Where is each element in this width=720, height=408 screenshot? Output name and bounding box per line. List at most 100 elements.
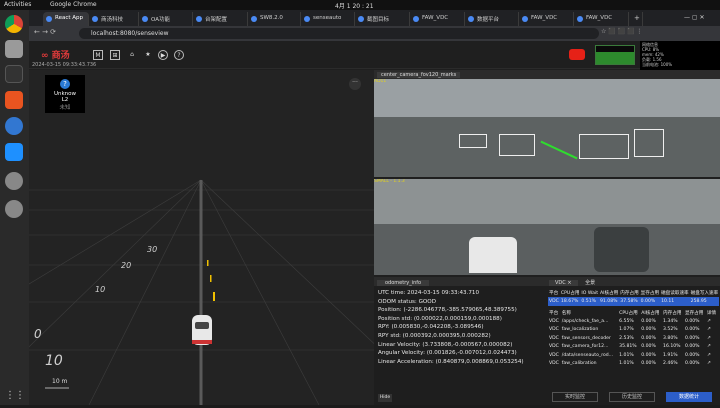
tab-item[interactable]: FAW_VDC <box>574 12 629 26</box>
summary-row[interactable]: VDC 18.67% 0.51% 91.08% 37.58% 0.00% 10.… <box>548 297 720 306</box>
new-tab-button[interactable]: + <box>631 12 643 26</box>
col-header: 平台 <box>549 291 559 297</box>
table-row[interactable]: VDC/data/senseauto_rod... 1.01% 0.00% 1.91%… <box>548 351 718 359</box>
table-row[interactable]: VDC/apps/check_fae_a... 6.55% 0.00% 1.34% 0.… <box>548 317 718 325</box>
chart-icon[interactable]: ↗ <box>706 359 718 367</box>
chart-icon[interactable]: ↗ <box>706 317 718 325</box>
files-icon[interactable] <box>5 40 23 58</box>
summary-header-row: 平台 CPU占用 IO Wait AI核占用 内存占用 显存占用 磁盘读取速率 … <box>548 289 719 297</box>
odom-line: RPY std: (0.000392,0.000395,0.000282) <box>378 332 491 339</box>
disk-icon[interactable] <box>5 172 23 190</box>
window-controls[interactable]: — ▢ ✕ <box>681 12 717 26</box>
vdc-bottom-tabs: 实时监控 历史监控 数据统计 <box>546 392 720 402</box>
cell: 37.58% <box>620 299 638 305</box>
clock[interactable]: 4月 1 20 : 21 <box>335 1 374 10</box>
extension-icons[interactable]: ☆ ⬛ ⬛ ⬛ ⋮ <box>601 28 642 35</box>
help-app-icon[interactable] <box>5 117 23 135</box>
3d-view[interactable]: 30 20 10 0 10 ? Unknow L2 未知 ··· 10 m <box>29 70 374 405</box>
activities-button[interactable]: Activities <box>4 1 31 8</box>
scale-label: 10 m <box>52 378 68 385</box>
vdc-tab[interactable]: VDC × <box>549 280 578 286</box>
tab-item[interactable]: 数据平台 <box>465 12 519 26</box>
help-button[interactable]: ? <box>174 50 184 60</box>
map-icon: M <box>95 52 101 59</box>
terminal-icon[interactable] <box>5 65 23 83</box>
tab-item[interactable]: 台架配置 <box>193 12 248 26</box>
chart-icon[interactable]: ↗ <box>706 326 718 334</box>
tab-statistics[interactable]: 数据统计 <box>666 392 712 402</box>
teams-icon[interactable] <box>5 143 23 161</box>
tab-realtime[interactable]: 实时监控 <box>552 392 598 402</box>
vdc-header: VDC × 全景 <box>546 277 720 286</box>
tab-item[interactable]: 商汤科技 <box>89 12 139 26</box>
tab-item[interactable]: FAW_VDC <box>519 12 574 26</box>
side-vehicle <box>594 227 649 272</box>
star-button[interactable]: ★ <box>143 50 153 60</box>
nav-buttons[interactable]: ← → ⟳ <box>34 28 56 36</box>
cell: VDC <box>549 319 559 325</box>
show-apps-icon[interactable]: ⋮⋮ <box>5 390 25 408</box>
tab-favicon-icon <box>142 16 148 22</box>
odom-line: Angular Velocity: (0.001826,-0.007012,0.… <box>378 350 517 357</box>
table-row[interactable]: VDC faw_sensors_decoder 2.53% 0.00% 3.80% 0.0… <box>548 334 718 342</box>
odometry-header: odometry_info <box>374 277 546 286</box>
cell: 0.00% <box>684 361 700 367</box>
map-button[interactable]: M <box>93 50 103 60</box>
tab-favicon-icon <box>577 16 583 22</box>
grid-canvas: 30 20 10 0 10 <box>29 179 374 405</box>
table-row[interactable]: VDC faw_calibration 1.01% 0.00% 2.46% 0.00% ↗ <box>548 359 718 367</box>
cell: 1.01% <box>619 352 634 358</box>
tab-label: 截图目标 <box>367 17 390 23</box>
odometry-title[interactable]: odometry_info <box>377 280 430 286</box>
tab-item[interactable]: OA功能 <box>139 12 193 26</box>
home-button[interactable]: ⌂ <box>127 50 137 60</box>
url-field[interactable]: localhost:8080/senseview <box>79 28 599 39</box>
tab-label: SW8.2.0 <box>260 15 283 21</box>
vdc-tab-2[interactable]: 全景 <box>579 280 601 286</box>
camera-feed-bottom[interactable]: SMALL - 1.1.3 <box>374 179 720 275</box>
col-header: CPU占用 <box>560 291 580 297</box>
chart-icon[interactable]: ↗ <box>706 334 718 342</box>
camera-panel-header: center_camera_fov120_marks <box>374 70 720 79</box>
more-menu-button[interactable]: ··· <box>349 78 361 90</box>
chrome-icon[interactable] <box>5 15 23 33</box>
cell: 258.95 <box>690 299 707 305</box>
tab-item[interactable]: SW8.2.0 <box>248 12 301 26</box>
cell: 1.07% <box>619 327 634 333</box>
youtube-icon[interactable] <box>569 49 585 60</box>
tab-history[interactable]: 历史监控 <box>609 392 655 402</box>
tab-favicon-icon <box>196 16 202 22</box>
cell: 0.00% <box>641 335 656 341</box>
play-button[interactable]: ▶ <box>158 50 168 60</box>
cell: 0.00% <box>684 319 700 325</box>
tab-item[interactable]: FAW_VDC <box>410 12 465 26</box>
tab-favicon-icon <box>358 16 364 22</box>
ring-label-20: 20 <box>121 261 131 270</box>
tab-label: senseauto <box>313 15 342 21</box>
software-icon[interactable] <box>5 91 23 109</box>
tab-item[interactable]: senseauto <box>301 12 355 26</box>
odometry-panel: odometry_info UTC time: 2024-03-15 09:33… <box>374 277 546 405</box>
disk-icon-2[interactable] <box>5 200 23 218</box>
table-row[interactable]: VDC faw_camera_for12... 35.81% 0.00% 16.10% 0… <box>548 343 718 351</box>
camera-feed-top[interactable]: AD11 <box>374 79 720 177</box>
tab-react-app[interactable]: React App <box>43 12 89 26</box>
odom-line: Position std: (0.000022,0.000159,0.00018… <box>378 315 502 322</box>
odom-line: UTC time: 2024-03-15 09:33:43.710 <box>378 290 480 296</box>
hide-button[interactable]: Hide <box>378 394 392 402</box>
tab-label: FAW_VDC <box>531 15 558 21</box>
app-menu-label[interactable]: Google Chrome <box>50 1 97 8</box>
col-header: AI核占用 <box>641 311 660 317</box>
table-row[interactable]: VDC faw_localization 1.07% 0.00% 3.52% 0.00% ↗ <box>548 326 718 334</box>
chart-icon[interactable]: ↗ <box>706 343 718 351</box>
tab-favicon-icon <box>304 16 310 22</box>
chart-icon[interactable]: ↗ <box>706 351 718 359</box>
grid-button[interactable]: ⊞ <box>110 50 120 60</box>
tab-label: 数据平台 <box>477 17 500 23</box>
front-vehicle <box>469 237 517 273</box>
camera-title[interactable]: center_camera_fov120_marks <box>377 72 461 78</box>
cell: 0.00% <box>641 344 656 350</box>
tab-item[interactable]: 截图目标 <box>355 12 410 26</box>
detection-box <box>499 134 535 156</box>
odom-line: Position: (-2286.046778,-385.579065,48.3… <box>378 307 517 314</box>
